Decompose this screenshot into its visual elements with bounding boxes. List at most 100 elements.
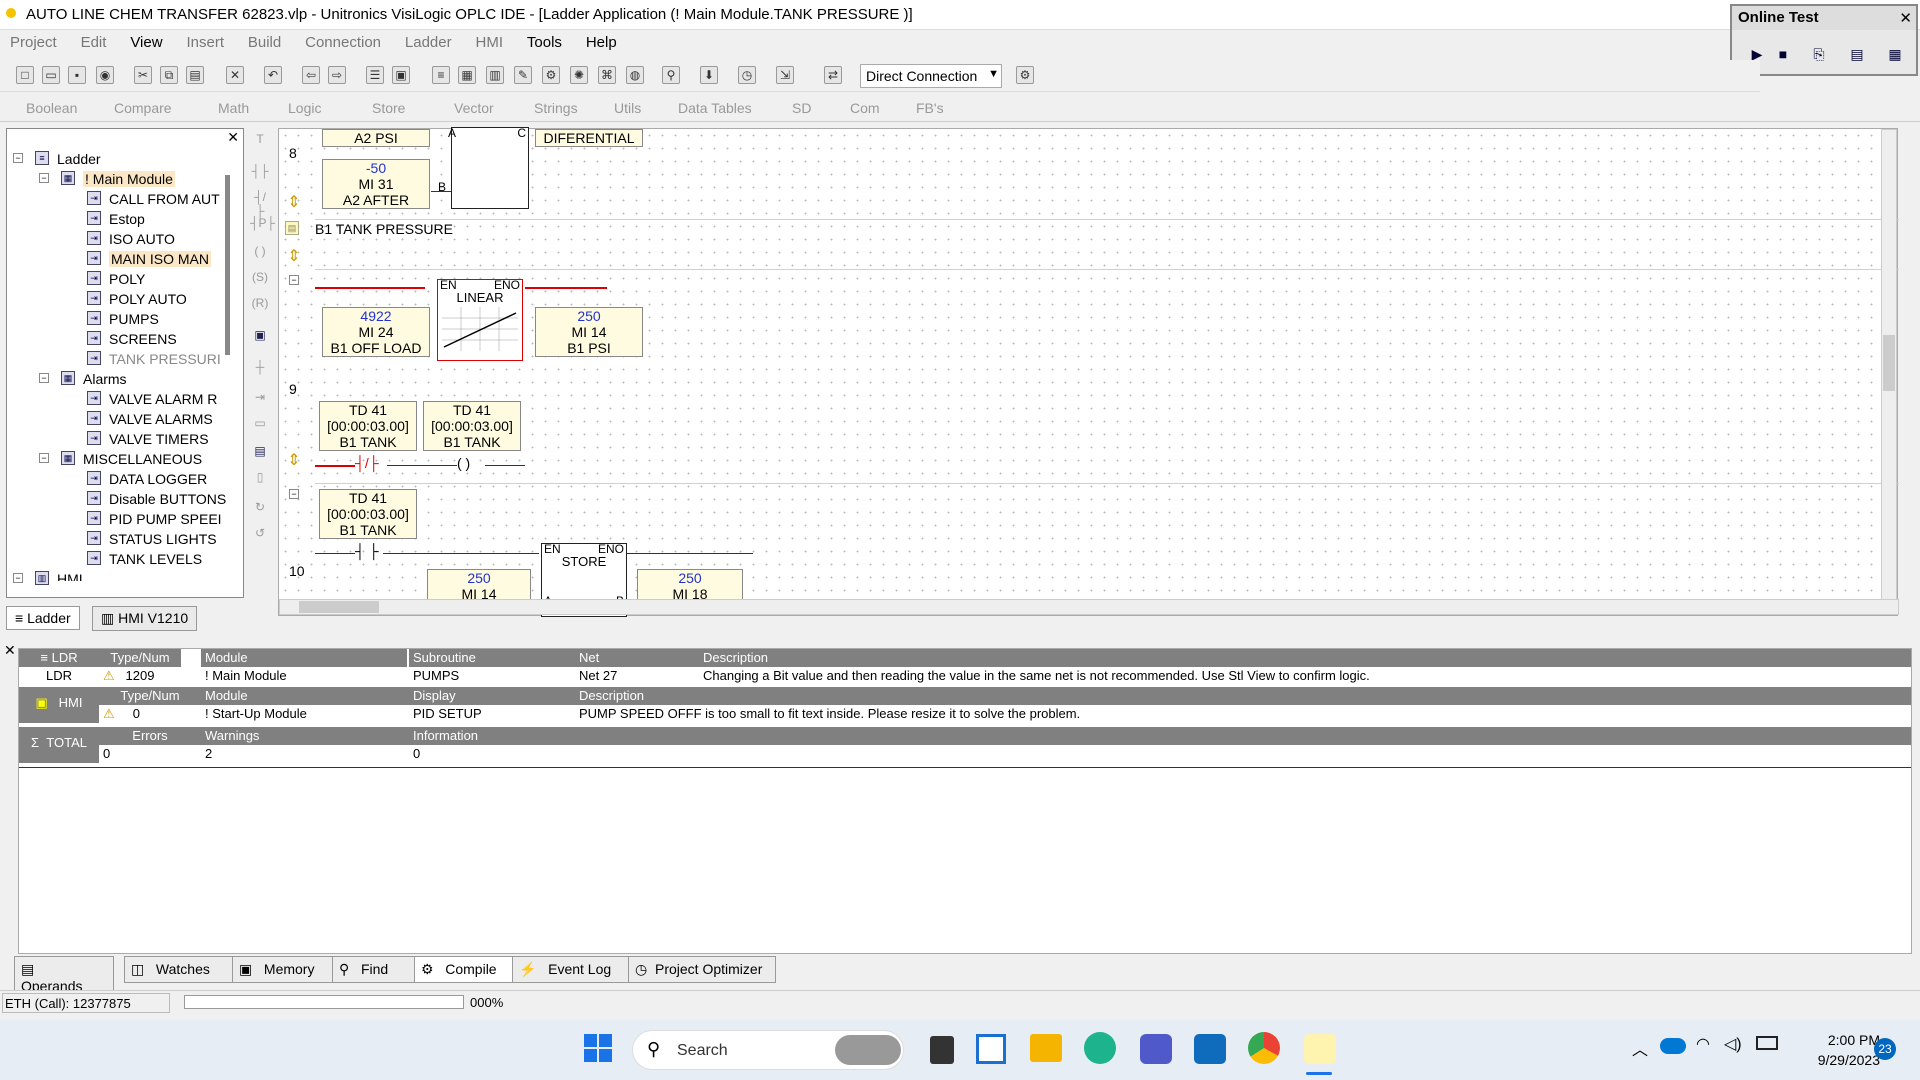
tree-item[interactable]: POLY AUTO bbox=[109, 291, 187, 307]
file-explorer-icon[interactable] bbox=[1030, 1034, 1062, 1062]
toolbar-com[interactable]: Com bbox=[850, 100, 880, 116]
error-num[interactable]: ⚠ 0 bbox=[99, 705, 201, 723]
tab-memory[interactable]: ▣ Memory bbox=[232, 956, 338, 983]
insert-net-icon[interactable]: ⇥ bbox=[250, 390, 270, 410]
toolbar-store[interactable]: Store bbox=[372, 100, 405, 116]
menu-build[interactable]: Build bbox=[238, 30, 291, 55]
pointer-icon[interactable]: T bbox=[250, 132, 270, 152]
clock-icon[interactable]: ◷ bbox=[738, 66, 756, 84]
volume-icon[interactable]: ◁) bbox=[1724, 1034, 1742, 1054]
set-coil-icon[interactable]: (S) bbox=[250, 270, 270, 290]
screen-icon[interactable]: ▣ bbox=[392, 66, 410, 84]
notification-badge[interactable]: 23 bbox=[1874, 1038, 1896, 1060]
toolbar-sd[interactable]: SD bbox=[792, 100, 811, 116]
collapse-icon[interactable]: − bbox=[39, 173, 49, 183]
hmi-icon[interactable]: ▦ bbox=[458, 66, 476, 84]
forward-arrow-icon[interactable]: ⇨ bbox=[328, 66, 346, 84]
tree-item[interactable]: TANK LEVELS bbox=[109, 551, 202, 567]
windows-start-icon[interactable] bbox=[584, 1034, 614, 1064]
operand-block[interactable]: 4922 MI 24 B1 OFF LOAD bbox=[322, 307, 430, 357]
contact-nc-icon[interactable]: ┤/├ bbox=[250, 190, 270, 218]
toolbar-boolean[interactable]: Boolean bbox=[26, 100, 77, 116]
bulb-icon[interactable]: ✺ bbox=[570, 66, 588, 84]
toolbar-fbs[interactable]: FB's bbox=[916, 100, 944, 116]
edge-icon[interactable] bbox=[1084, 1032, 1116, 1064]
collapse-icon[interactable]: − bbox=[39, 453, 49, 463]
menu-edit[interactable]: Edit bbox=[71, 30, 117, 55]
net-comment[interactable]: B1 TANK PRESSURE bbox=[315, 221, 453, 237]
comment-icon[interactable]: ▤ bbox=[250, 444, 270, 464]
pen-icon[interactable]: ✎ bbox=[514, 66, 532, 84]
outlook-icon[interactable] bbox=[1194, 1034, 1226, 1064]
call-icon[interactable]: ↺ bbox=[250, 526, 270, 546]
menu-insert[interactable]: Insert bbox=[176, 30, 234, 55]
tab-event-log[interactable]: ⚡ Event Log bbox=[512, 956, 634, 983]
tree-item[interactable]: DATA LOGGER bbox=[109, 471, 207, 487]
horizontal-scroll-thumb[interactable] bbox=[299, 601, 379, 613]
tab-compile[interactable]: ⚙ Compile bbox=[414, 956, 518, 983]
tree-main-module[interactable]: ! Main Module bbox=[83, 171, 175, 187]
tree-item[interactable]: STATUS LIGHTS bbox=[109, 531, 217, 547]
tree-view-icon[interactable]: ☰ bbox=[366, 66, 384, 84]
close-icon[interactable]: ✕ bbox=[227, 129, 239, 146]
wire-icon[interactable]: ┼ bbox=[250, 360, 270, 380]
tree-item[interactable]: POLY bbox=[109, 271, 145, 287]
cut-icon[interactable]: ✂ bbox=[134, 66, 152, 84]
error-net[interactable]: Net 27 bbox=[575, 667, 699, 685]
error-description[interactable]: PUMP SPEED OFFF is too small to fit text… bbox=[575, 705, 1911, 723]
clock-time[interactable]: 2:00 PM bbox=[1790, 1032, 1880, 1048]
chevron-up-icon[interactable]: ︿ bbox=[1632, 1036, 1648, 1060]
tab-ladder[interactable]: ≡ Ladder bbox=[6, 606, 80, 630]
taskbar-search[interactable]: ⚲ Search bbox=[632, 1030, 904, 1070]
collapse-icon[interactable]: − bbox=[289, 275, 299, 285]
tab-find[interactable]: ⚲ Find bbox=[332, 956, 420, 983]
tree-alarms[interactable]: Alarms bbox=[83, 371, 127, 387]
tab-watches[interactable]: ◫ Watches bbox=[124, 956, 238, 983]
error-num[interactable]: ⚠ 1209 bbox=[99, 667, 201, 685]
export-icon[interactable]: ⇲ bbox=[776, 66, 794, 84]
tree-hmi[interactable]: HMI bbox=[57, 571, 83, 581]
operand-label[interactable]: DIFERENTIAL bbox=[535, 129, 643, 147]
wifi-icon[interactable]: ◠ bbox=[1696, 1034, 1710, 1054]
copy-icon[interactable]: ⧉ bbox=[160, 66, 178, 84]
delete-icon[interactable]: ✕ bbox=[226, 66, 244, 84]
operand-label[interactable]: A2 PSI bbox=[322, 129, 430, 147]
function-block[interactable]: A C B bbox=[438, 126, 529, 209]
globe-icon[interactable]: ◍ bbox=[626, 66, 644, 84]
save-all-icon[interactable]: ◉ bbox=[96, 66, 114, 84]
contact-p-icon[interactable]: ┤P├ bbox=[250, 216, 275, 236]
toolbar-strings[interactable]: Strings bbox=[534, 100, 578, 116]
menu-hmi[interactable]: HMI bbox=[466, 30, 514, 55]
toolbar-logic[interactable]: Logic bbox=[288, 100, 321, 116]
reset-coil-icon[interactable]: (R) bbox=[250, 296, 270, 316]
tree-scrollbar[interactable] bbox=[225, 175, 230, 355]
grid-icon[interactable]: ▦ bbox=[1884, 46, 1906, 66]
toolbar-vector[interactable]: Vector bbox=[454, 100, 494, 116]
tree-item[interactable]: ISO AUTO bbox=[109, 231, 175, 247]
new-file-icon[interactable]: □ bbox=[16, 66, 34, 84]
stop-icon[interactable]: ■ bbox=[1772, 46, 1794, 66]
chrome-icon[interactable] bbox=[1248, 1032, 1280, 1064]
menu-help[interactable]: Help bbox=[576, 30, 627, 55]
paste-icon[interactable]: ▤ bbox=[186, 66, 204, 84]
task-view-icon[interactable] bbox=[930, 1036, 954, 1064]
tree-item[interactable]: SCREENS bbox=[109, 331, 177, 347]
operand-block[interactable]: 250 MI 14 B1 PSI bbox=[535, 307, 643, 357]
no-contact-icon[interactable]: ┤ ├ bbox=[355, 543, 379, 559]
horizontal-scrollbar[interactable] bbox=[279, 599, 1899, 615]
toolbar-data-tables[interactable]: Data Tables bbox=[678, 100, 752, 116]
tree-item[interactable]: Estop bbox=[109, 211, 145, 227]
menu-connection[interactable]: Connection bbox=[295, 30, 391, 55]
menu-view[interactable]: View bbox=[120, 30, 172, 55]
operand-block[interactable]: -50 MI 31 A2 AFTER bbox=[322, 159, 430, 209]
download-icon[interactable]: ⬇ bbox=[700, 66, 718, 84]
tree-item[interactable]: MAIN ISO MAN bbox=[109, 251, 212, 267]
timer-operand[interactable]: TD 41 [00:00:03.00] B1 TANK bbox=[423, 401, 521, 451]
error-description[interactable]: Changing a Bit value and then reading th… bbox=[699, 667, 1911, 685]
menu-tools[interactable]: Tools bbox=[517, 30, 572, 55]
find-binoculars-icon[interactable]: ⚲ bbox=[662, 66, 680, 84]
toolbar-compare[interactable]: Compare bbox=[114, 100, 172, 116]
tree-item[interactable]: VALVE ALARMS bbox=[109, 411, 213, 427]
toolbar-math[interactable]: Math bbox=[218, 100, 249, 116]
coil-icon[interactable]: ( ) bbox=[250, 244, 270, 264]
